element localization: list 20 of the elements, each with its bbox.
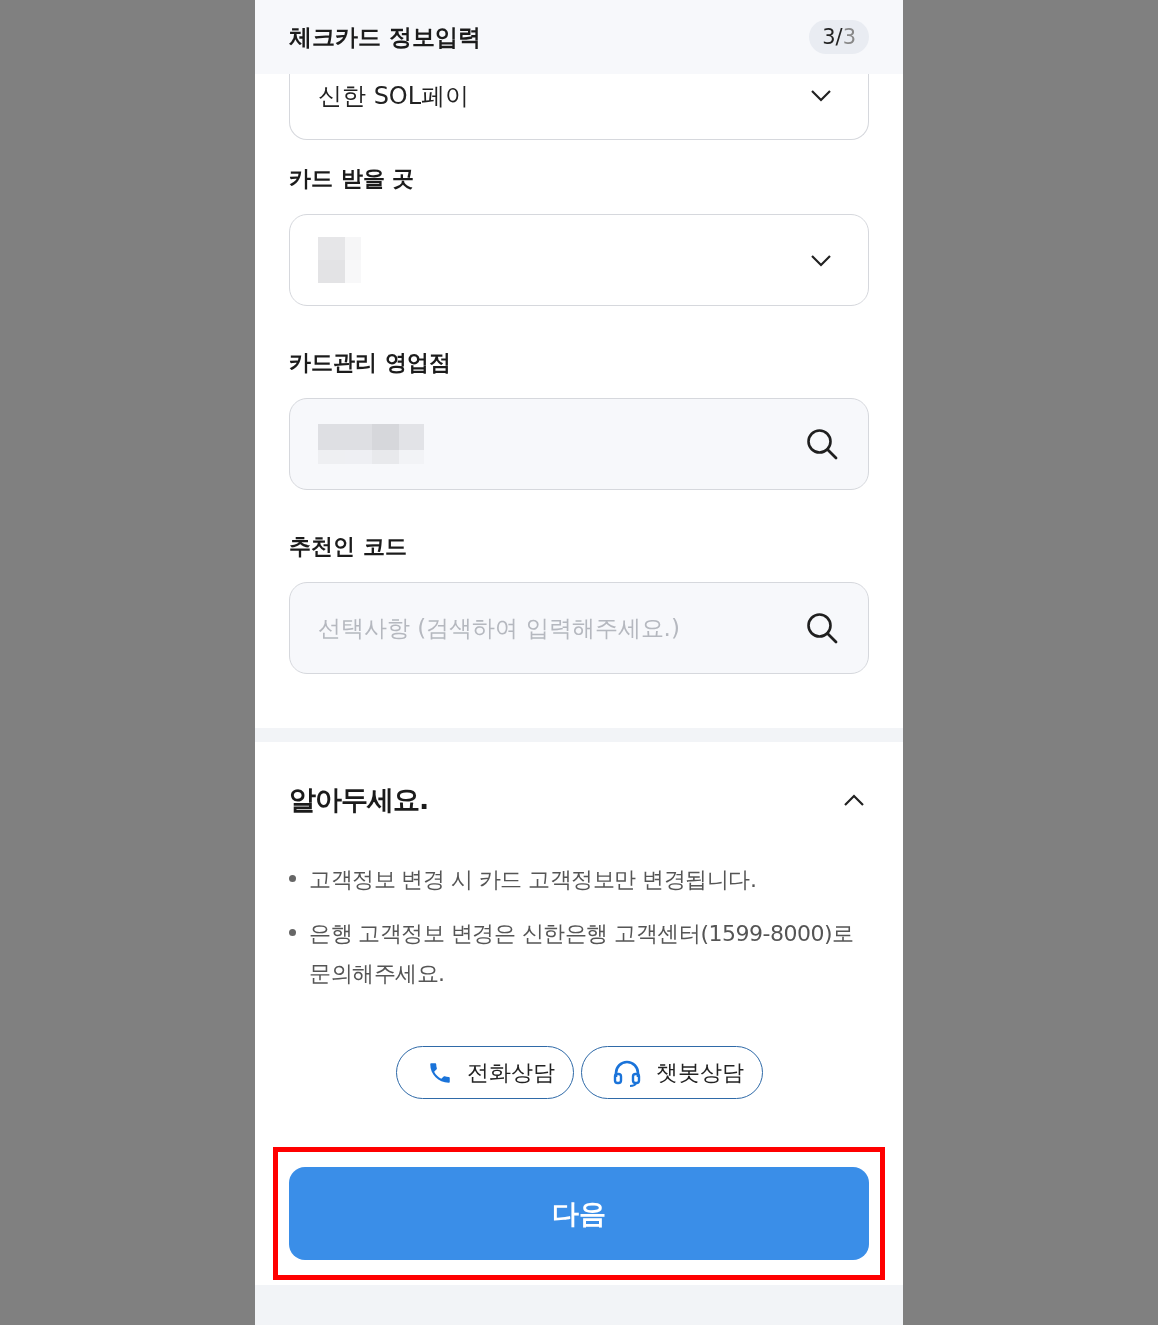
step-indicator: 3/3 (809, 20, 869, 54)
field-label: 카드 받을 곳 (289, 165, 416, 193)
field-label: 추천인 코드 (289, 533, 408, 561)
select-field[interactable] (289, 214, 869, 306)
notice-text: 고객정보 변경 시 카드 고객정보만 변경됩니다. (309, 866, 757, 894)
bullet-icon (289, 875, 296, 882)
phone-consult-button[interactable]: 전화상담 (395, 1046, 574, 1099)
select-field[interactable]: 신한 SOL페이 (289, 74, 869, 140)
notice-title: 알아두세요. (289, 783, 429, 817)
page-title: 체크카드 정보입력 (289, 22, 481, 52)
chevron-down-icon (810, 89, 832, 102)
chevron-down-icon (810, 253, 832, 267)
search-icon (806, 612, 838, 644)
search-icon (806, 428, 838, 460)
field-label: 카드관리 영업점 (289, 349, 452, 377)
search-field[interactable] (289, 398, 869, 490)
chevron-up-icon[interactable] (843, 793, 865, 807)
chatbot-consult-button[interactable]: 챗봇상담 (580, 1046, 763, 1099)
bullet-icon (289, 929, 296, 936)
notice-text: 은행 고객정보 변경은 신한은행 고객센터(1599-8000)로 문의해주세요. (309, 920, 855, 988)
